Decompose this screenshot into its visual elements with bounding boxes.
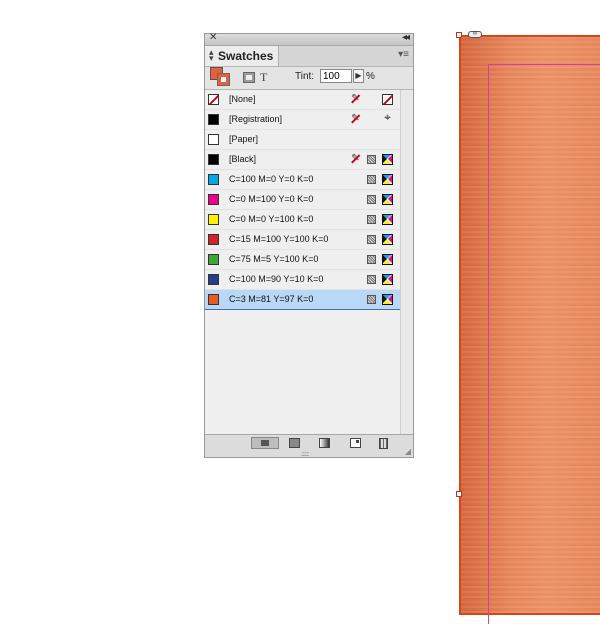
swatches-panel: ✕ ◂◂ ▴▾ Swatches ▾≡ T Tint: ▶ % [None]✎[… xyxy=(204,32,414,458)
cmyk-icon xyxy=(382,274,393,285)
link-icon[interactable]: ∞ xyxy=(468,31,482,38)
cmyk-icon xyxy=(382,174,393,185)
tint-slider-arrow-icon[interactable]: ▶ xyxy=(353,69,364,83)
formatting-affects-text-icon[interactable]: T xyxy=(260,70,267,85)
swatch-name: C=0 M=0 Y=100 K=0 xyxy=(229,214,314,224)
swatch-name: [Registration] xyxy=(229,114,283,124)
tint-input[interactable] xyxy=(320,69,352,83)
swatch-list-scrollbar[interactable] xyxy=(400,90,413,434)
non-editable-icon: ✎ xyxy=(350,113,361,124)
swatch-list: [None] ✎ [Registration] ✎ ⌖ [Paper] [Black] ✎ C=… xyxy=(205,90,400,434)
registration-icon: ⌖ xyxy=(384,110,391,124)
panel-bottom-bar: ::::::::::: ◢ xyxy=(205,434,413,458)
show-gradient-swatches-icon[interactable] xyxy=(319,438,330,448)
process-color-icon xyxy=(367,175,376,184)
cmyk-icon xyxy=(382,194,393,205)
process-color-icon xyxy=(367,255,376,264)
swatch-color-chip xyxy=(208,254,219,265)
stroke-swatch-icon[interactable] xyxy=(217,73,230,86)
frame-handle-top-left[interactable] xyxy=(456,32,462,38)
swatch-name: [Black] xyxy=(229,154,257,164)
swatch-name: C=0 M=100 Y=0 K=0 xyxy=(229,194,314,204)
collapse-icon[interactable]: ◂◂ xyxy=(402,32,410,43)
fill-stroke-selector[interactable] xyxy=(210,67,232,87)
none-box-icon xyxy=(382,94,393,105)
swatch-name: C=75 M=5 Y=100 K=0 xyxy=(229,254,319,264)
tint-percent-label: % xyxy=(366,71,375,82)
swatch-name: C=3 M=81 Y=97 K=0 xyxy=(229,294,314,304)
swatch-color-chip xyxy=(208,94,219,105)
swatches-toolbar: T Tint: ▶ % xyxy=(205,67,413,90)
page-margin-guide xyxy=(488,64,600,624)
process-color-icon xyxy=(367,235,376,244)
swatch-color-chip xyxy=(208,274,219,285)
process-color-icon xyxy=(367,275,376,284)
process-color-icon xyxy=(367,295,376,304)
swatch-row[interactable]: [Black] ✎ xyxy=(205,150,400,170)
swatch-name: C=100 M=90 Y=10 K=0 xyxy=(229,274,324,284)
non-editable-icon: ✎ xyxy=(350,153,361,164)
swatch-color-chip xyxy=(208,234,219,245)
swatch-name: [None] xyxy=(229,94,256,104)
swatch-row[interactable]: [Paper] xyxy=(205,130,400,150)
swatch-color-chip xyxy=(208,114,219,125)
cmyk-icon xyxy=(382,214,393,225)
swatch-row[interactable]: C=3 M=81 Y=97 K=0 xyxy=(205,290,400,310)
swatch-row[interactable]: C=15 M=100 Y=100 K=0 xyxy=(205,230,400,250)
panel-title: Swatches xyxy=(218,49,274,63)
close-icon[interactable]: ✕ xyxy=(209,32,217,43)
swatch-row[interactable]: C=100 M=90 Y=10 K=0 xyxy=(205,270,400,290)
trash-icon[interactable] xyxy=(379,438,388,449)
cmyk-icon xyxy=(382,234,393,245)
swatch-color-chip xyxy=(208,134,219,145)
show-color-swatches-icon[interactable] xyxy=(289,438,300,448)
swatch-row[interactable]: C=75 M=5 Y=100 K=0 xyxy=(205,250,400,270)
swatch-color-chip xyxy=(208,194,219,205)
panel-tab-row: ▴ ▾ Swatches ▾≡ xyxy=(205,46,413,67)
swatch-color-chip xyxy=(208,154,219,165)
show-all-swatches-icon[interactable] xyxy=(251,437,279,449)
swatch-color-chip xyxy=(208,214,219,225)
resize-handle-icon[interactable]: ◢ xyxy=(405,447,411,456)
swatch-name: [Paper] xyxy=(229,134,259,144)
panel-menu-icon[interactable]: ▾≡ xyxy=(398,49,409,60)
swatch-name: C=15 M=100 Y=100 K=0 xyxy=(229,234,329,244)
cmyk-icon xyxy=(382,254,393,265)
cmyk-icon xyxy=(382,154,393,165)
frame-handle-middle-left[interactable] xyxy=(456,491,462,497)
panel-grip-icon[interactable]: ::::::::::: xyxy=(301,452,309,458)
tab-swatches[interactable]: ▴ ▾ Swatches xyxy=(205,46,279,66)
swatch-row[interactable]: [Registration] ✎ ⌖ xyxy=(205,110,400,130)
swatch-row[interactable]: [None] ✎ xyxy=(205,90,400,110)
swatch-row[interactable]: C=0 M=100 Y=0 K=0 xyxy=(205,190,400,210)
cmyk-icon xyxy=(382,294,393,305)
formatting-affects-container-icon[interactable] xyxy=(243,72,255,83)
panel-titlebar[interactable]: ✕ ◂◂ xyxy=(205,32,413,46)
process-color-icon xyxy=(367,215,376,224)
swatch-row[interactable]: C=100 M=0 Y=0 K=0 xyxy=(205,170,400,190)
tint-label: Tint: xyxy=(295,71,315,82)
swatch-color-chip xyxy=(208,294,219,305)
swatch-name: C=100 M=0 Y=0 K=0 xyxy=(229,174,314,184)
swatch-color-chip xyxy=(208,174,219,185)
process-color-icon xyxy=(367,155,376,164)
new-swatch-icon[interactable] xyxy=(350,438,361,448)
process-color-icon xyxy=(367,195,376,204)
non-editable-icon: ✎ xyxy=(350,93,361,104)
swatch-row[interactable]: C=0 M=0 Y=100 K=0 xyxy=(205,210,400,230)
tab-expand-icon[interactable]: ▴ ▾ xyxy=(209,48,214,63)
